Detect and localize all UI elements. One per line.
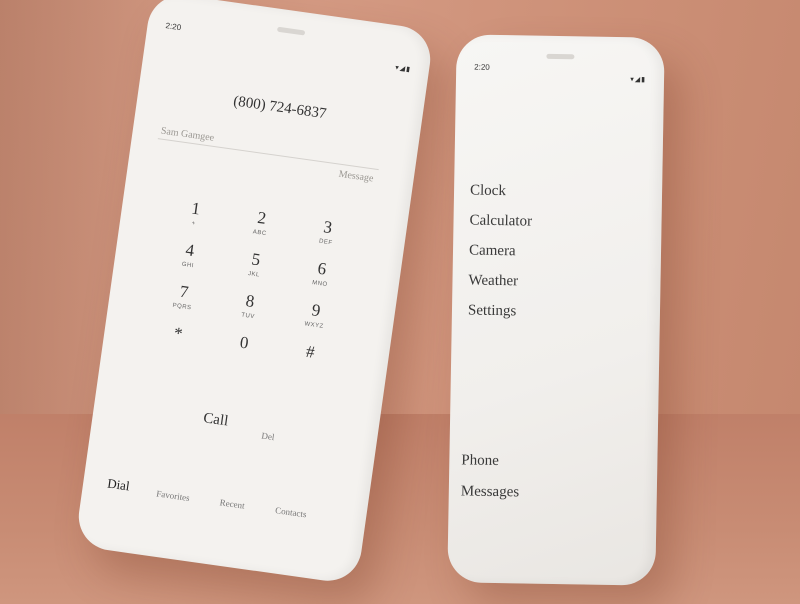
app-settings[interactable]: Settings (468, 302, 531, 320)
call-button[interactable]: Call (202, 410, 229, 430)
app-camera[interactable]: Camera (469, 242, 532, 260)
app-list: Clock Calculator Camera Weather Settings (468, 182, 533, 333)
phone-launcher: 2:20 ▾◢▮ Clock Calculator Camera Weather… (447, 34, 665, 586)
key-6[interactable]: 6 MNO (286, 255, 356, 292)
key-0[interactable]: 0 (210, 329, 279, 360)
status-time: 2:20 (165, 21, 182, 33)
contact-name: Sam Gamgee (160, 125, 215, 144)
key-star[interactable]: * (144, 319, 213, 350)
speaker-grille (546, 53, 575, 60)
tab-contacts[interactable]: Contacts (275, 505, 308, 519)
tab-bar: Dial Favorites Recent Contacts (101, 475, 347, 533)
app-weather[interactable]: Weather (468, 272, 531, 290)
app-calculator[interactable]: Calculator (469, 212, 532, 230)
status-icons: ▾◢▮ (394, 64, 412, 74)
key-7[interactable]: 7 PQRS (149, 278, 219, 315)
status-icons: ▾◢▮ (630, 76, 647, 84)
key-9[interactable]: 9 WXYZ (281, 296, 351, 333)
key-8[interactable]: 8 TUV (215, 287, 285, 324)
key-2[interactable]: 2 ABC (226, 204, 296, 241)
tab-recent[interactable]: Recent (219, 497, 245, 510)
dock-messages[interactable]: Messages (461, 483, 520, 501)
key-hash[interactable]: # (276, 338, 345, 369)
status-bar: 2:20 ▾◢▮ (474, 62, 647, 84)
dock: Phone Messages (460, 452, 520, 515)
dock-phone[interactable]: Phone (461, 452, 520, 470)
tab-favorites[interactable]: Favorites (156, 488, 191, 503)
key-1[interactable]: 1 + (160, 195, 230, 232)
tab-dial[interactable]: Dial (106, 476, 130, 495)
key-3[interactable]: 3 DEF (292, 213, 362, 250)
keypad: 1 + 2 ABC 3 DEF 4 GHI 5 JKL 6 MNO 7 PQRS 8 TUV 9… (144, 195, 363, 369)
speaker-grille (276, 26, 305, 36)
status-time: 2:20 (474, 62, 490, 72)
app-clock[interactable]: Clock (470, 182, 533, 200)
message-button[interactable]: Message (338, 169, 374, 185)
key-5[interactable]: 5 JKL (220, 245, 290, 282)
divider (157, 138, 379, 171)
delete-button[interactable]: Del (261, 430, 275, 442)
key-4[interactable]: 4 GHI (154, 236, 224, 273)
